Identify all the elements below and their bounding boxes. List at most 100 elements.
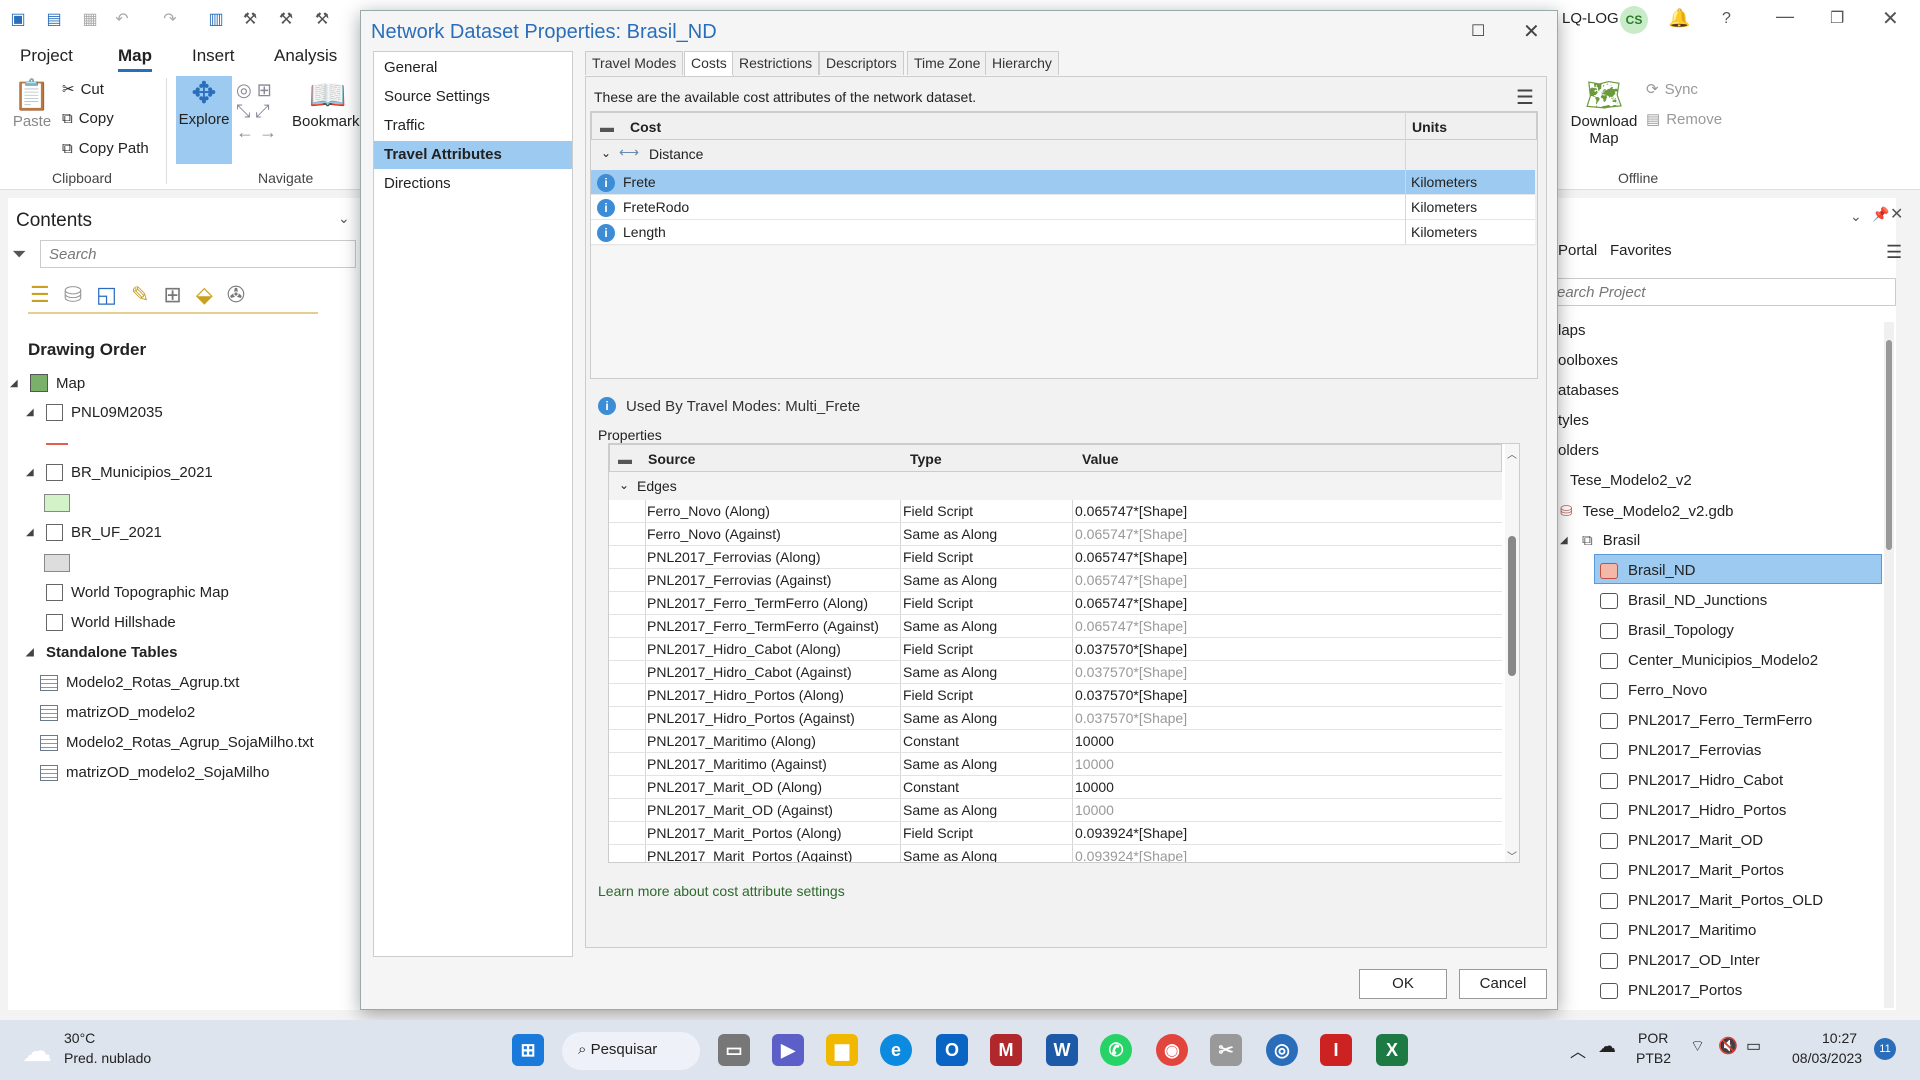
- table-row[interactable]: matrizOD_modelo2_SojaMilho: [40, 764, 269, 781]
- catalog-dataset[interactable]: PNL2017_Marit_OD: [1600, 832, 1763, 849]
- weather-desc[interactable]: Pred. nublado: [64, 1050, 151, 1066]
- layer-visibility-checkbox[interactable]: [46, 464, 63, 481]
- close-pane-icon[interactable]: ✕: [1890, 204, 1903, 224]
- table-row[interactable]: matrizOD_modelo2: [40, 704, 195, 721]
- redo-icon[interactable]: ↷: [160, 10, 180, 30]
- list-by-editing-icon[interactable]: ✎: [131, 282, 163, 307]
- close-icon[interactable]: ✕: [1882, 6, 1899, 31]
- teams-icon[interactable]: ▶: [772, 1034, 804, 1066]
- nav-general[interactable]: General: [374, 54, 572, 82]
- catalog-dataset[interactable]: PNL2017_Hidro_Portos: [1600, 802, 1786, 819]
- chevron-up-icon[interactable]: ︿: [1570, 1038, 1586, 1062]
- table-row[interactable]: Modelo2_Rotas_Agrup.txt: [40, 674, 239, 691]
- task-view-icon[interactable]: ▭: [718, 1034, 750, 1066]
- catalog-scrollbar[interactable]: [1884, 322, 1894, 1008]
- contents-search-input[interactable]: Search: [40, 240, 356, 268]
- battery-icon[interactable]: ▭: [1746, 1036, 1761, 1056]
- catalog-item[interactable]: olders: [1558, 442, 1599, 459]
- layer-visibility-checkbox[interactable]: [46, 524, 63, 541]
- edges-group-row[interactable]: ⌄ Edges: [609, 472, 1502, 500]
- tab-restrictions[interactable]: Restrictions: [732, 51, 820, 75]
- ide-icon[interactable]: I: [1320, 1034, 1352, 1066]
- file-explorer-icon[interactable]: ▆: [826, 1034, 858, 1066]
- explore-button[interactable]: ✥ Explore: [176, 76, 232, 164]
- download-map-button[interactable]: 🗺 Download Map: [1566, 78, 1642, 147]
- property-row[interactable]: PNL2017_Ferrovias (Along) Field Script 0.0…: [609, 546, 1502, 569]
- notification-count-badge[interactable]: 11: [1874, 1038, 1896, 1060]
- layer-row[interactable]: ◢ PNL09M2035: [26, 404, 163, 421]
- property-row[interactable]: Ferro_Novo (Along) Field Script 0.065747*[…: [609, 500, 1502, 523]
- catalog-item[interactable]: ⛁ Tese_Modelo2_v2.gdb: [1560, 502, 1734, 521]
- cost-row[interactable]: i Length Kilometers: [591, 220, 1535, 245]
- layer-row[interactable]: World Hillshade: [46, 614, 176, 631]
- maximize-icon[interactable]: ☐: [1471, 21, 1485, 41]
- layer-row[interactable]: World Topographic Map: [46, 584, 229, 601]
- scroll-thumb[interactable]: [1886, 340, 1892, 550]
- chevron-down-icon[interactable]: ⌄: [1850, 208, 1862, 225]
- onedrive-cloud-icon[interactable]: ☁: [1598, 1036, 1616, 1057]
- notification-bell-icon[interactable]: 🔔: [1668, 8, 1690, 29]
- hammer-icon[interactable]: ⚒: [276, 10, 296, 30]
- user-avatar[interactable]: CS: [1620, 6, 1648, 34]
- sync-button[interactable]: ⟳ Sync: [1646, 80, 1698, 99]
- clock-date[interactable]: 08/03/2023: [1792, 1050, 1862, 1066]
- copy-path-button[interactable]: ⧉ Copy Path: [62, 140, 149, 157]
- windows-start-icon[interactable]: ⊞: [512, 1034, 544, 1066]
- hammer-icon[interactable]: ⚒: [240, 10, 260, 30]
- layer-row[interactable]: ◢ BR_UF_2021: [26, 524, 162, 541]
- snipping-tool-icon[interactable]: ✂: [1210, 1034, 1242, 1066]
- table-row[interactable]: Modelo2_Rotas_Agrup_SojaMilho.txt: [40, 734, 314, 751]
- edge-icon[interactable]: e: [880, 1034, 912, 1066]
- keyboard-layout-indicator[interactable]: PTB2: [1636, 1050, 1671, 1066]
- catalog-dataset[interactable]: Brasil_Topology: [1600, 622, 1734, 639]
- properties-scrollbar[interactable]: ︿ ﹀: [1505, 444, 1519, 862]
- list-by-drawing-order-icon[interactable]: ☰: [30, 282, 64, 307]
- outlook-icon[interactable]: O: [936, 1034, 968, 1066]
- wifi-icon[interactable]: ⌔: [1690, 1036, 1705, 1056]
- ok-button[interactable]: OK: [1359, 969, 1447, 999]
- list-by-snapping-icon[interactable]: ⊞: [163, 282, 195, 307]
- tab-project[interactable]: Project: [20, 46, 73, 66]
- nav-source-settings[interactable]: Source Settings: [374, 83, 572, 111]
- tab-map[interactable]: Map: [118, 46, 152, 72]
- menu-icon[interactable]: ☰: [1886, 242, 1902, 263]
- catalog-dataset[interactable]: PNL2017_OD_Inter: [1600, 952, 1760, 969]
- catalog-dataset[interactable]: PNL2017_Portos: [1600, 982, 1742, 999]
- catalog-dataset-selected[interactable]: Brasil_ND: [1600, 562, 1696, 579]
- nav-travel-attributes[interactable]: Travel Attributes: [374, 141, 572, 169]
- whatsapp-icon[interactable]: ✆: [1100, 1034, 1132, 1066]
- layer-visibility-checkbox[interactable]: [46, 404, 63, 421]
- mendeley-icon[interactable]: M: [990, 1034, 1022, 1066]
- property-row[interactable]: PNL2017_Marit_OD (Along) Constant 10000: [609, 776, 1502, 799]
- layer-visibility-checkbox[interactable]: [46, 614, 63, 631]
- catalog-item[interactable]: oolboxes: [1558, 352, 1618, 369]
- units-column-header[interactable]: Units: [1412, 119, 1447, 135]
- taskbar-search[interactable]: ⌕ Pesquisar: [562, 1032, 700, 1070]
- chevron-down-icon[interactable]: ⌄: [619, 478, 629, 492]
- hammer-icon[interactable]: ⚒: [312, 10, 332, 30]
- dialog-close-icon[interactable]: ✕: [1523, 19, 1540, 44]
- catalog-dataset[interactable]: PNL2017_Marit_Portos: [1600, 862, 1784, 879]
- nav-traffic[interactable]: Traffic: [374, 112, 572, 140]
- property-row[interactable]: PNL2017_Maritimo (Along) Constant 10000: [609, 730, 1502, 753]
- open-icon[interactable]: ▤: [44, 10, 64, 30]
- standalone-tables-node[interactable]: ◢ Standalone Tables: [26, 644, 177, 661]
- paste-button[interactable]: 📋 Paste: [10, 78, 54, 130]
- nav-directions[interactable]: Directions: [374, 170, 572, 198]
- list-by-source-icon[interactable]: ⛁: [64, 282, 96, 307]
- property-row[interactable]: PNL2017_Marit_Portos (Against) Same as Al…: [609, 845, 1502, 862]
- layer-row[interactable]: ◢ BR_Municipios_2021: [26, 464, 213, 481]
- filter-icon[interactable]: ⏷: [12, 244, 26, 265]
- chevron-down-icon[interactable]: ⌄: [601, 146, 611, 160]
- weather-temp[interactable]: 30°C: [64, 1030, 95, 1046]
- tab-insert[interactable]: Insert: [192, 46, 235, 66]
- type-column-header[interactable]: Type: [910, 451, 942, 467]
- cost-column-header[interactable]: Cost: [630, 119, 661, 135]
- copy-button[interactable]: ⧉ Copy: [62, 110, 114, 127]
- source-column-header[interactable]: Source: [648, 451, 695, 467]
- tab-analysis[interactable]: Analysis: [274, 46, 337, 66]
- new-project-icon[interactable]: ▣: [8, 10, 28, 30]
- cut-button[interactable]: ✂ Cut: [62, 80, 104, 99]
- property-row[interactable]: PNL2017_Marit_Portos (Along) Field Script…: [609, 822, 1502, 845]
- property-row[interactable]: PNL2017_Hidro_Portos (Along) Field Script…: [609, 684, 1502, 707]
